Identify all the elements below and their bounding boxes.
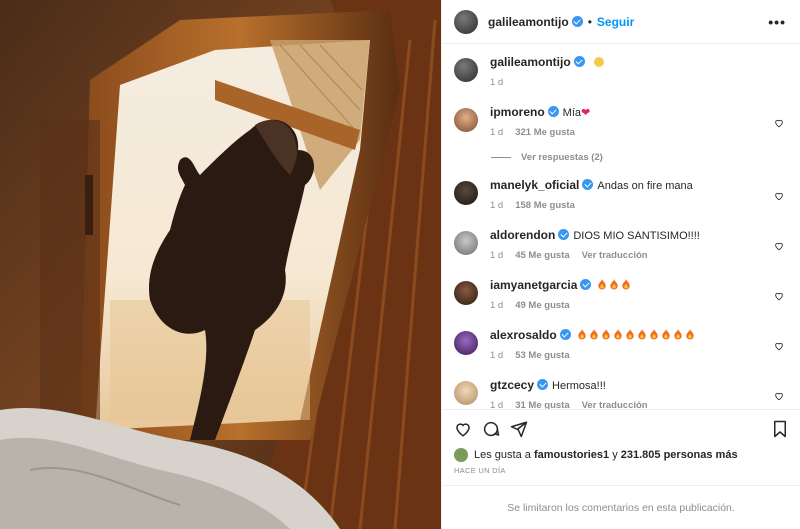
comment-username[interactable]: ipmoreno [490,105,545,119]
comment-likes[interactable]: 49 Me gusta [515,300,569,311]
comments-closed-notice: Se limitaron los comentarios en esta pub… [442,485,800,529]
like-comment-heart-icon[interactable] [774,241,784,251]
separator-dot: • [587,14,592,29]
caption-username[interactable]: galileamontijo [490,55,571,69]
comment-username[interactable]: manelyk_oficial [490,178,579,192]
fire-emoji-icon [602,329,610,340]
comment-text: Mía [562,107,582,119]
comment-username[interactable]: iamyanetgarcia [490,278,577,292]
commenter-avatar[interactable] [454,331,478,355]
fire-emojis [595,279,631,292]
view-replies-label: Ver respuestas (2) [521,152,603,163]
fire-emoji-icon [662,329,670,340]
comment-likes[interactable]: 31 Me gusta [515,400,569,409]
commenter-avatar[interactable] [454,231,478,255]
like-comment-heart-icon[interactable] [774,118,784,128]
verified-badge-icon [580,279,592,290]
fire-emoji-icon [622,279,631,290]
photo-illustration [0,0,441,529]
author-username[interactable]: galileamontijo [488,15,569,29]
comment-text: DIOS MIO SANTISIMO!!!! [573,230,700,242]
like-comment-heart-icon[interactable] [774,291,784,301]
see-translation-link[interactable]: Ver traducción [582,400,648,409]
fire-emoji-icon [598,279,607,290]
comment-time: 1 d [490,200,504,211]
comment-likes[interactable]: 321 Me gusta [515,127,575,138]
fire-emoji-icon [610,279,619,290]
see-translation-link[interactable]: Ver traducción [582,250,648,261]
likes-summary: Les gusta a famoustories1 y 231.805 pers… [442,447,800,463]
comment-bubble-icon[interactable] [482,420,500,438]
more-options-icon[interactable]: ••• [768,14,786,30]
comment-item: iamyanetgarcia 1 d 49 Me gusta [454,277,788,311]
share-paper-plane-icon[interactable] [510,420,528,438]
comment-time: 1 d [490,350,504,361]
verified-badge-icon [571,16,583,27]
post-panel: galileamontijo • Seguir ••• galileamonti… [441,0,800,529]
like-comment-heart-icon[interactable] [774,191,784,201]
likes-middle: y [612,449,618,461]
verified-badge-icon [558,229,570,240]
red-heart-icon: ❤ [581,107,591,119]
like-comment-heart-icon[interactable] [774,341,784,351]
likes-count[interactable]: 231.805 personas más [621,449,738,461]
comment-username[interactable]: aldorendon [490,228,555,242]
fire-emoji-icon [686,329,694,340]
comment-time: 1 d [490,127,504,138]
caption-time: 1 d [490,77,504,88]
fire-emoji-icon [578,329,586,340]
save-bookmark-icon[interactable] [772,420,788,438]
fire-emoji-icon [650,329,658,340]
comment-item: manelyk_oficial Andas on fire mana 1 d 158… [454,177,788,211]
comment-username[interactable]: gtzcecy [490,378,534,392]
fire-emoji-icon [614,329,622,340]
comments-list: galileamontijo 1 d ipmoreno Mía❤ 1 d 321 M… [442,44,800,409]
comment-likes[interactable]: 158 Me gusta [515,200,575,211]
replies-rule [491,157,511,158]
likes-prefix: Les gusta a [474,449,531,461]
commenter-avatar[interactable] [454,281,478,305]
fire-emojis [575,329,695,342]
verified-badge-icon [559,329,571,340]
commenter-avatar[interactable] [454,181,478,205]
comment-likes[interactable]: 45 Me gusta [515,250,569,261]
comment-item: alexrosaldo 1 d 53 Me gusta [454,327,788,361]
author-avatar-small[interactable] [454,58,478,82]
comment-time: 1 d [490,250,504,261]
comment-text: Hermosa!!! [552,380,606,392]
comment-item: gtzcecy Hermosa!!! 1 d 31 Me gusta Ver trad… [454,377,788,409]
verified-badge-icon [537,379,549,390]
post-header: galileamontijo • Seguir ••• [442,0,800,44]
comment-text: Andas on fire mana [597,180,693,192]
verified-badge-icon [573,56,585,67]
fire-emoji-icon [590,329,598,340]
comment-time: 1 d [490,300,504,311]
author-avatar[interactable] [454,9,478,34]
post-photo[interactable] [0,0,441,529]
post-timestamp: HACE UN DÍA [454,466,506,475]
post-actions-bar [442,409,800,447]
comment-item: aldorendon DIOS MIO SANTISIMO!!!! 1 d 45 M… [454,227,788,261]
follow-button[interactable]: Seguir [597,15,634,29]
caption: galileamontijo 1 d [454,54,788,88]
liker-avatar[interactable] [454,448,468,462]
like-heart-icon[interactable] [454,420,472,438]
liker-username[interactable]: famoustories1 [534,449,609,461]
sun-emoji-icon [593,57,604,67]
commenter-avatar[interactable] [454,381,478,405]
fire-emoji-icon [674,329,682,340]
comment-username[interactable]: alexrosaldo [490,328,557,342]
commenter-avatar[interactable] [454,108,478,132]
comment-likes[interactable]: 53 Me gusta [515,350,569,361]
like-comment-heart-icon[interactable] [774,391,784,401]
comment-item: ipmoreno Mía❤ 1 d 321 Me gusta [454,104,788,138]
view-replies-button[interactable]: Ver respuestas (2) [491,152,788,163]
fire-emoji-icon [626,329,634,340]
verified-badge-icon [582,179,594,190]
comment-time: 1 d [490,400,504,409]
verified-badge-icon [547,106,559,117]
fire-emoji-icon [638,329,646,340]
